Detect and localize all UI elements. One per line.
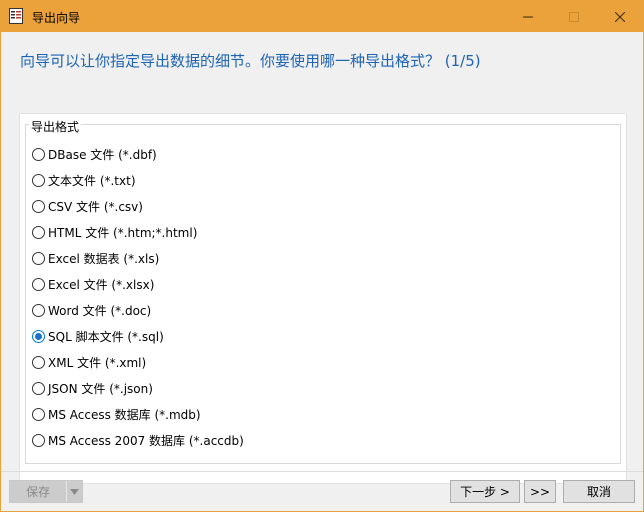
radio-label: Word 文件 (*.doc) <box>48 303 152 318</box>
radio-button[interactable] <box>32 381 45 395</box>
window-title: 导出向导 <box>32 11 81 25</box>
radio-option-json[interactable]: JSON 文件 (*.json) <box>32 380 153 396</box>
chevron-down-icon[interactable] <box>67 481 82 502</box>
radio-label: 文本文件 (*.txt) <box>48 173 136 188</box>
radio-button[interactable] <box>32 147 45 161</box>
radio-option-html[interactable]: HTML 文件 (*.htm;*.html) <box>32 224 197 240</box>
radio-label: DBase 文件 (*.dbf) <box>48 147 157 162</box>
wizard-body: 向导可以让你指定导出数据的细节。你要使用哪一种导出格式？ (1/5) 导出格式 … <box>1 32 643 511</box>
radio-button[interactable] <box>32 173 45 187</box>
close-icon[interactable] <box>597 1 643 32</box>
radio-option-doc[interactable]: Word 文件 (*.doc) <box>32 302 151 318</box>
export-format-group: 导出格式 DBase 文件 (*.dbf) 文本文件 (*.txt) CSV 文… <box>25 118 621 464</box>
footer-divider <box>1 471 643 472</box>
radio-label: JSON 文件 (*.json) <box>48 381 153 396</box>
radio-option-txt[interactable]: 文本文件 (*.txt) <box>32 172 136 188</box>
wizard-header: 向导可以让你指定导出数据的细节。你要使用哪一种导出格式？ (1/5) <box>1 32 643 92</box>
radio-option-dbf[interactable]: DBase 文件 (*.dbf) <box>32 146 157 162</box>
radio-label: Excel 数据表 (*.xls) <box>48 251 160 266</box>
radio-label: HTML 文件 (*.htm;*.html) <box>48 225 198 240</box>
save-split-button: 保存 <box>9 480 83 503</box>
radio-label: CSV 文件 (*.csv) <box>48 199 143 214</box>
radio-button[interactable] <box>32 277 45 291</box>
app-icon <box>9 8 23 24</box>
radio-option-mdb[interactable]: MS Access 数据库 (*.mdb) <box>32 406 201 422</box>
cancel-button[interactable]: 取消 <box>563 480 635 503</box>
radio-button[interactable] <box>32 199 45 213</box>
minimize-icon[interactable] <box>505 1 551 32</box>
radio-option-sql[interactable]: SQL 脚本文件 (*.sql) <box>32 328 164 344</box>
radio-button-selected[interactable] <box>32 329 45 343</box>
radio-label: XML 文件 (*.xml) <box>48 355 147 370</box>
radio-button[interactable] <box>32 225 45 239</box>
title-bar[interactable]: 导出向导 <box>1 1 643 32</box>
radio-button[interactable] <box>32 303 45 317</box>
radio-button[interactable] <box>32 433 45 447</box>
radio-option-xlsx[interactable]: Excel 文件 (*.xlsx) <box>32 276 154 292</box>
radio-label: MS Access 2007 数据库 (*.accdb) <box>48 433 244 448</box>
save-button[interactable]: 保存 <box>10 481 66 502</box>
radio-label: MS Access 数据库 (*.mdb) <box>48 407 201 422</box>
radio-button[interactable] <box>32 407 45 421</box>
maximize-icon[interactable] <box>551 1 597 32</box>
radio-option-xls[interactable]: Excel 数据表 (*.xls) <box>32 250 159 266</box>
radio-button[interactable] <box>32 251 45 265</box>
export-format-legend: 导出格式 <box>29 118 82 135</box>
radio-option-xml[interactable]: XML 文件 (*.xml) <box>32 354 146 370</box>
wizard-instruction: 向导可以让你指定导出数据的细节。你要使用哪一种导出格式？ (1/5) <box>20 52 481 70</box>
radio-option-accdb[interactable]: MS Access 2007 数据库 (*.accdb) <box>32 432 244 448</box>
radio-label: SQL 脚本文件 (*.sql) <box>48 329 164 344</box>
export-wizard-window: 导出向导 向导可以让你指定导出数据的细节。你要使用哪一种导出格式？ (1/5) … <box>0 0 644 512</box>
radio-button[interactable] <box>32 355 45 369</box>
next-button[interactable]: 下一步 > <box>450 480 520 503</box>
radio-label: Excel 文件 (*.xlsx) <box>48 277 155 292</box>
last-step-button[interactable]: >> <box>524 480 556 503</box>
radio-option-csv[interactable]: CSV 文件 (*.csv) <box>32 198 143 214</box>
content-panel: 导出格式 DBase 文件 (*.dbf) 文本文件 (*.txt) CSV 文… <box>19 113 627 484</box>
